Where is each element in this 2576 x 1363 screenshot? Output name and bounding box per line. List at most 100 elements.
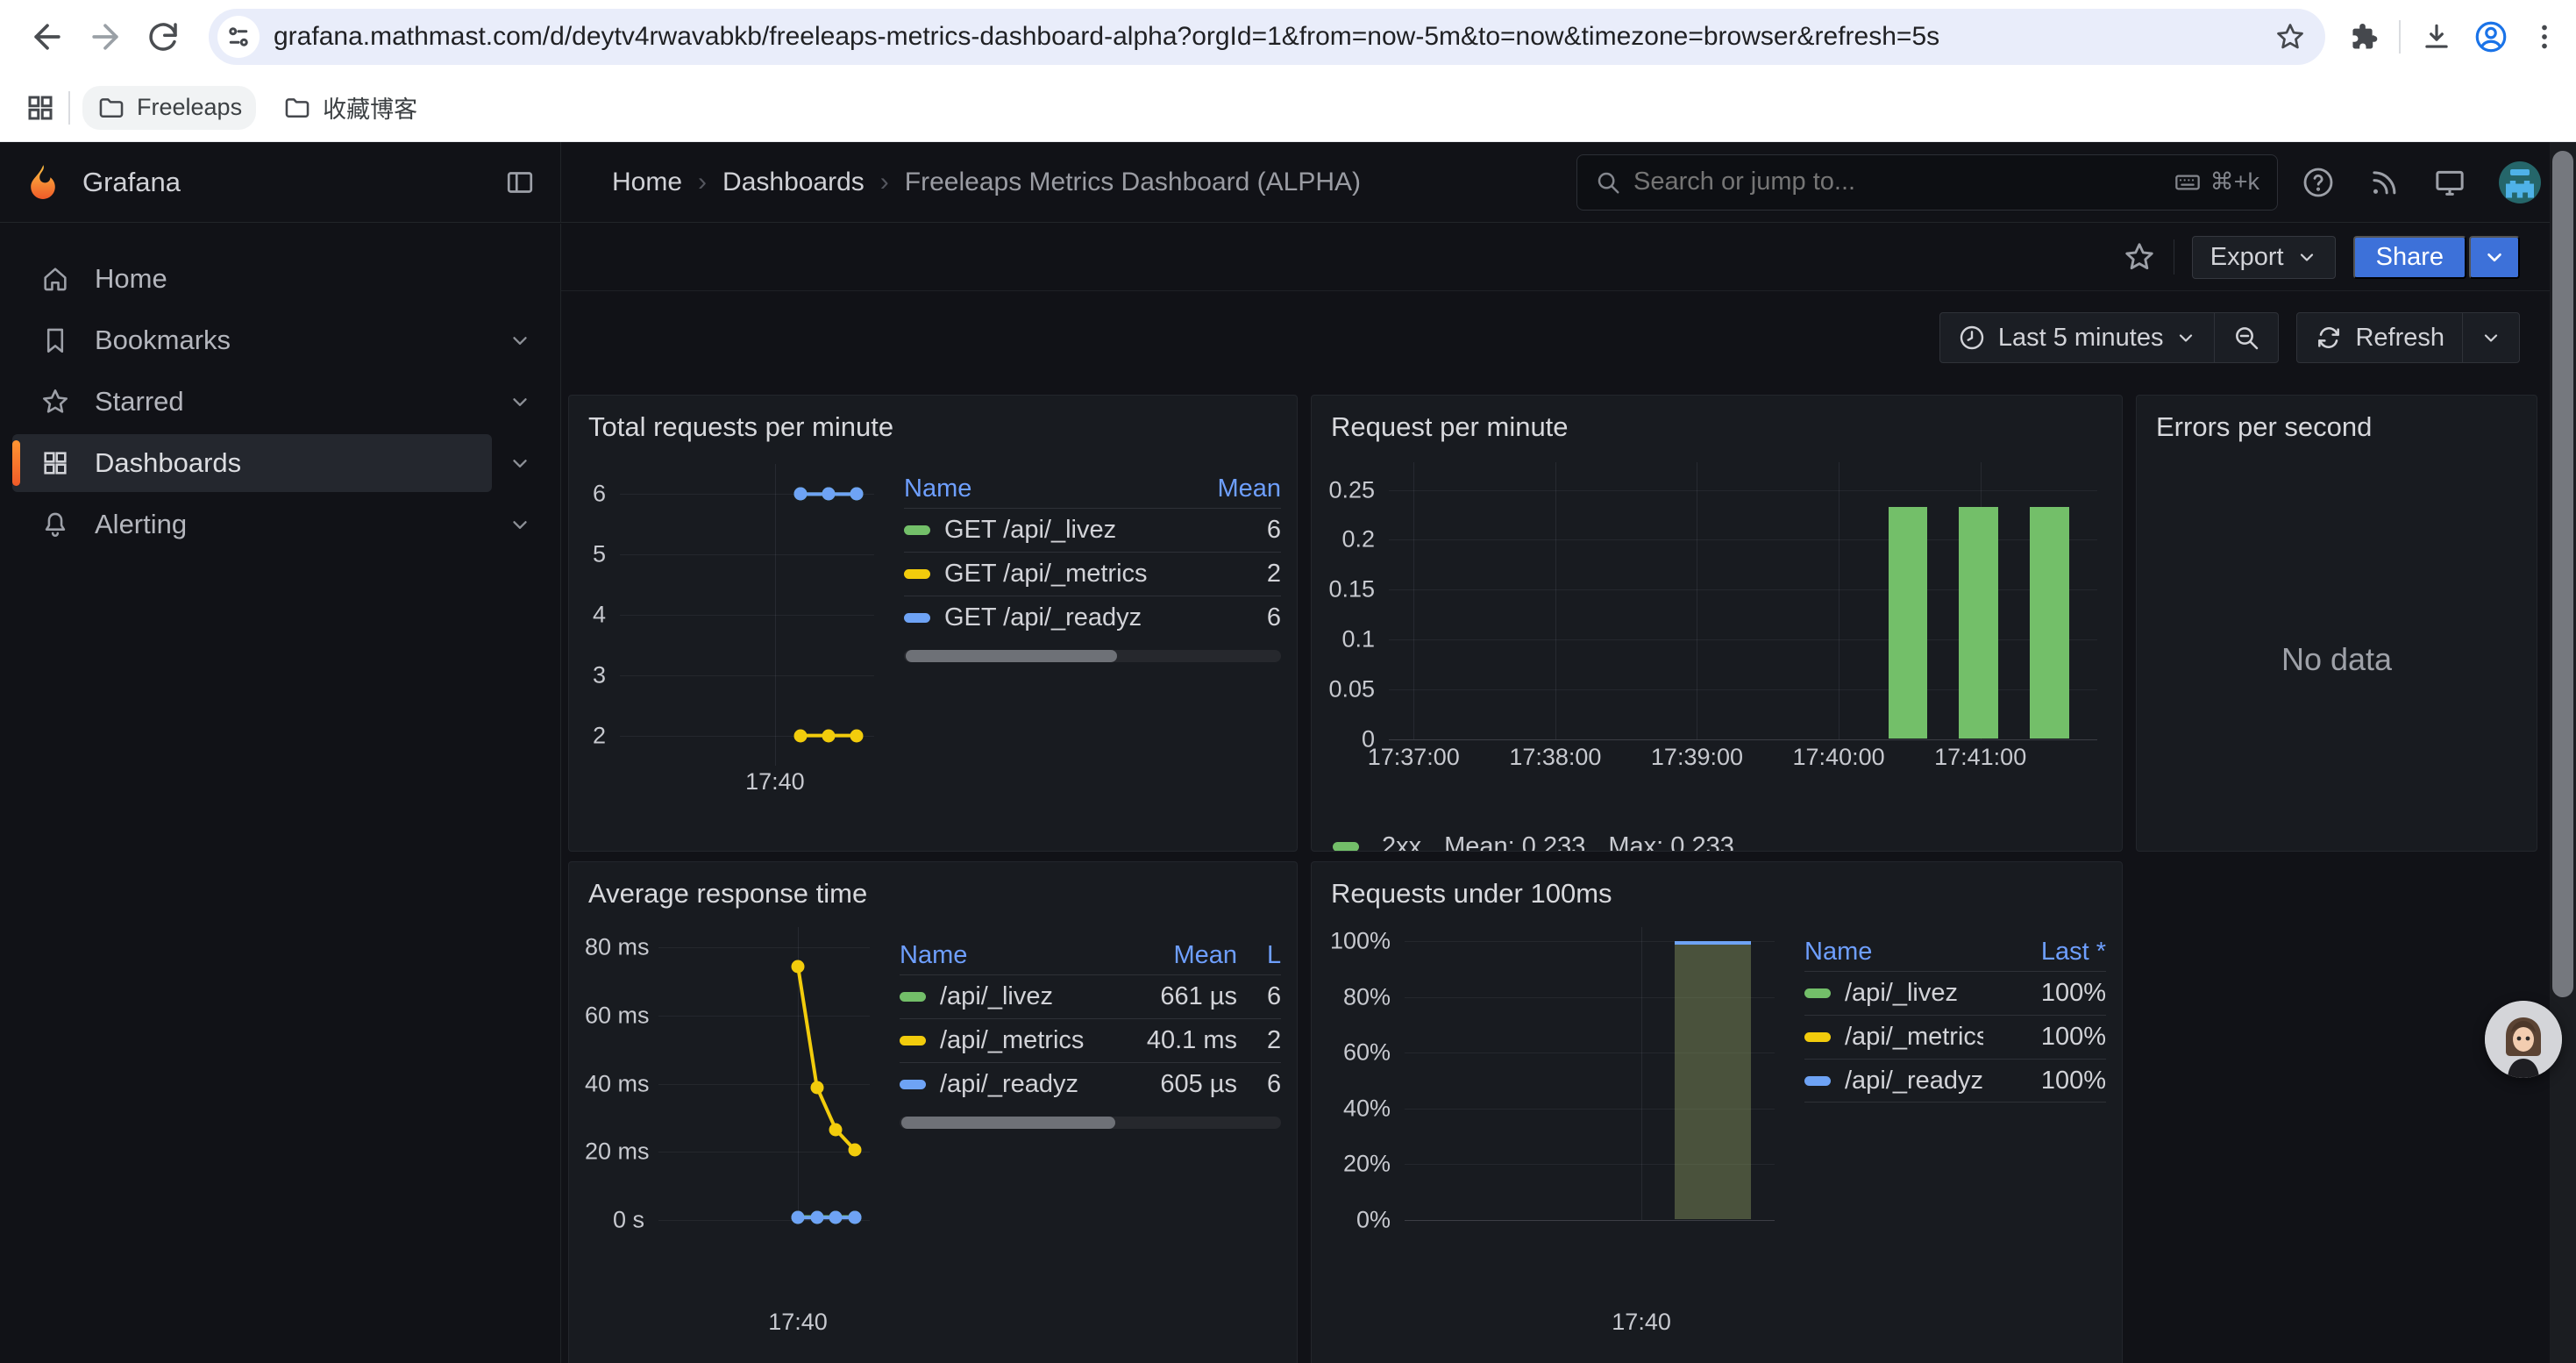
chevron-down-icon: [2296, 246, 2317, 268]
grafana-header: Grafana Home › Dashboards › Freeleaps Me…: [0, 142, 2576, 223]
news-icon[interactable]: [2367, 166, 2401, 199]
clock-icon: [1958, 324, 1986, 352]
search-icon: [1595, 169, 1621, 196]
legend-row[interactable]: GET /api/_livez 6: [904, 508, 1281, 552]
help-icon[interactable]: [2301, 165, 2336, 200]
header-actions: [2301, 142, 2576, 222]
series-color: [1333, 842, 1359, 852]
legend-col-mean[interactable]: Mean: [1167, 475, 1281, 503]
screen-icon[interactable]: [2432, 165, 2467, 200]
share-button[interactable]: Share: [2353, 236, 2466, 279]
grafana-logo[interactable]: [23, 162, 63, 203]
legend-row[interactable]: /api/_livez 661 µs 646 µs: [900, 974, 1281, 1018]
legend-row[interactable]: /api/_readyz 100%: [1804, 1059, 2106, 1103]
share-dropdown-button[interactable]: [2469, 236, 2520, 279]
legend-col-last[interactable]: Last *: [1983, 938, 2106, 967]
assistant-avatar[interactable]: [2485, 1001, 2562, 1078]
legend-col-mean[interactable]: Mean: [1106, 941, 1237, 970]
profile-icon[interactable]: [2473, 18, 2509, 55]
brand-box: Grafana: [0, 142, 561, 222]
browser-actions: [2346, 18, 2560, 55]
keyboard-shortcut: ⌘+k: [2174, 168, 2259, 196]
favorite-star-icon[interactable]: [2123, 240, 2156, 274]
sidebar-item-alerting[interactable]: Alerting: [12, 496, 492, 553]
legend-row[interactable]: GET /api/_readyz 6: [904, 596, 1281, 639]
legend-series-name: 2xx: [1382, 832, 1421, 852]
sidebar-item-bookmarks[interactable]: Bookmarks: [12, 311, 492, 369]
panel-legend: Name Mean GET /api/_livez 6 GET /api/_me…: [904, 443, 1281, 810]
legend-row[interactable]: /api/_metrics 100%: [1804, 1015, 2106, 1059]
search-input[interactable]: [1633, 168, 2174, 196]
legend-row[interactable]: /api/_metrics 40.1 ms 20.5 ms: [900, 1018, 1281, 1062]
panel-requests-under-100ms[interactable]: Requests under 100ms 100%80%60%40%20%0%1…: [1311, 861, 2123, 1363]
dock-menu-icon[interactable]: [504, 167, 536, 198]
downloads-icon[interactable]: [2420, 20, 2453, 54]
panel-legend[interactable]: 2xx Mean: 0.233 Max: 0.233: [1327, 832, 2106, 852]
legend-row[interactable]: /api/_livez 100%: [1804, 971, 2106, 1015]
bookmark-star-icon[interactable]: [2274, 21, 2306, 53]
breadcrumb-home[interactable]: Home: [612, 168, 682, 197]
legend-col-last[interactable]: Last *: [1237, 941, 1281, 970]
sidebar-item-starred[interactable]: Starred: [12, 373, 492, 431]
time-range-label: Last 5 minutes: [1998, 324, 2164, 353]
reload-icon[interactable]: [139, 12, 188, 61]
zoom-out-button[interactable]: [2214, 313, 2278, 362]
sidebar-item-dashboards[interactable]: Dashboards: [12, 434, 492, 492]
chevron-down-icon[interactable]: [492, 329, 548, 352]
scrollbar-thumb[interactable]: [2552, 151, 2573, 997]
apps-grid-icon[interactable]: [25, 92, 56, 124]
panel-request-per-minute[interactable]: Request per minute 0.250.20.150.10.05017…: [1311, 395, 2123, 852]
panel-title: Average response time: [585, 874, 1281, 910]
bookmark-folder-freeleaps[interactable]: Freeleaps: [82, 86, 256, 130]
forward-icon[interactable]: [81, 12, 130, 61]
user-avatar[interactable]: [2499, 161, 2541, 203]
legend-row[interactable]: GET /api/_metrics 2: [904, 552, 1281, 596]
divider: [2399, 20, 2401, 54]
address-bar[interactable]: [209, 9, 2325, 65]
site-info-icon[interactable]: [217, 16, 260, 58]
panel-legend: Name Last * /api/_livez 100% /api/_metri…: [1804, 910, 2106, 1334]
time-range-picker[interactable]: Last 5 minutes: [1940, 313, 2215, 362]
legend-col-name[interactable]: Name: [904, 475, 1167, 503]
dashboard-controls: Last 5 minutes Refresh: [561, 291, 2576, 384]
refresh-interval-button[interactable]: [2462, 313, 2519, 362]
series-color: [1804, 988, 1831, 998]
breadcrumb-dashboards[interactable]: Dashboards: [722, 168, 865, 197]
bookmark-folder-blogs[interactable]: 收藏博客: [268, 83, 431, 132]
breadcrumb: Home › Dashboards › Freeleaps Metrics Da…: [561, 142, 1576, 222]
search-box[interactable]: ⌘+k: [1576, 154, 2278, 211]
export-button[interactable]: Export: [2192, 236, 2336, 279]
series-color: [1804, 1076, 1831, 1086]
refresh-group: Refresh: [2296, 312, 2520, 363]
panel-average-response-time[interactable]: Average response time 80 ms60 ms40 ms20 …: [568, 861, 1298, 1363]
browser-toolbar: [0, 0, 2576, 74]
dashboard-content: Export Share Last 5 minutes: [561, 224, 2576, 1363]
legend-row[interactable]: /api/_readyz 605 µs 620 µs: [900, 1062, 1281, 1106]
url-input[interactable]: [274, 22, 2264, 52]
bookmark-icon: [40, 325, 70, 355]
extensions-icon[interactable]: [2346, 20, 2380, 54]
keyboard-icon: [2174, 168, 2202, 196]
refresh-button[interactable]: Refresh: [2297, 313, 2462, 362]
browser-menu-icon[interactable]: [2529, 21, 2560, 53]
chevron-down-icon: [2480, 327, 2501, 348]
zoom-out-icon: [2232, 324, 2260, 352]
panel-errors-per-second[interactable]: Errors per second No data: [2136, 395, 2537, 852]
refresh-label: Refresh: [2355, 324, 2444, 353]
back-icon[interactable]: [23, 12, 72, 61]
sidebar-item-label: Starred: [95, 386, 184, 417]
chevron-down-icon[interactable]: [492, 390, 548, 413]
legend-scrollbar[interactable]: [900, 1117, 1281, 1129]
sidebar: Home Bookmarks: [0, 224, 561, 1363]
legend-col-name[interactable]: Name: [1804, 938, 1983, 967]
chart-total-requests: 6543217:40: [585, 459, 883, 810]
breadcrumb-separator: ›: [877, 168, 893, 197]
sidebar-item-home[interactable]: Home: [12, 250, 492, 308]
panel-total-requests[interactable]: Total requests per minute 6543217:40 Nam…: [568, 395, 1298, 852]
chevron-down-icon[interactable]: [492, 452, 548, 475]
legend-scrollbar[interactable]: [904, 650, 1281, 662]
legend-col-name[interactable]: Name: [900, 941, 1106, 970]
home-icon: [40, 264, 70, 294]
chevron-down-icon[interactable]: [492, 513, 548, 536]
page-scrollbar[interactable]: [2550, 142, 2576, 1363]
